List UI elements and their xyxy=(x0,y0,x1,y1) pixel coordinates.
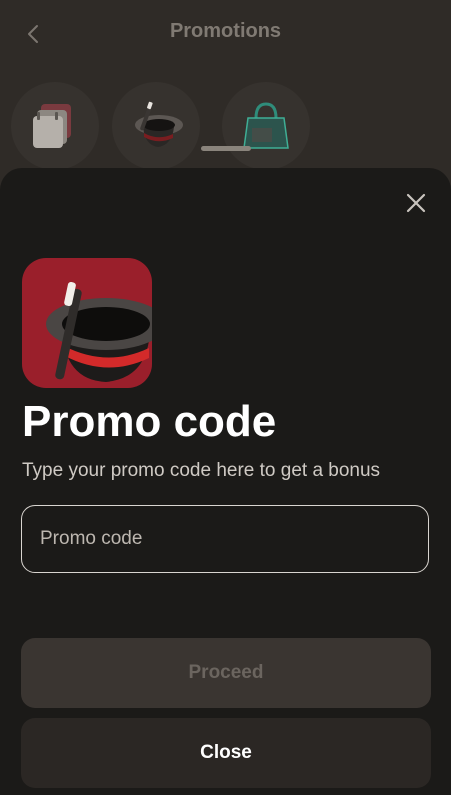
promotion-item-calendar[interactable] xyxy=(11,82,99,170)
carousel-indicator xyxy=(201,146,251,151)
top-bar: Promotions xyxy=(0,0,451,70)
close-button[interactable]: Close xyxy=(21,718,431,788)
calendar-icon xyxy=(33,104,71,148)
modal-subtitle: Type your promo code here to get a bonus xyxy=(22,460,381,481)
magic-hat-icon xyxy=(46,281,152,382)
promotion-item-magic-hat[interactable] xyxy=(112,82,200,170)
magic-hat-icon xyxy=(135,101,183,147)
proceed-button[interactable]: Proceed xyxy=(21,638,431,708)
modal-heading: Promo code xyxy=(22,397,277,446)
close-icon[interactable] xyxy=(405,192,427,214)
promo-code-sheet: Promo code Type your promo code here to … xyxy=(0,168,451,795)
page-title: Promotions xyxy=(169,20,282,42)
promo-icon-tile xyxy=(22,258,152,388)
promo-code-input[interactable] xyxy=(21,505,429,573)
promotion-item-shopping-bag[interactable] xyxy=(222,82,310,170)
